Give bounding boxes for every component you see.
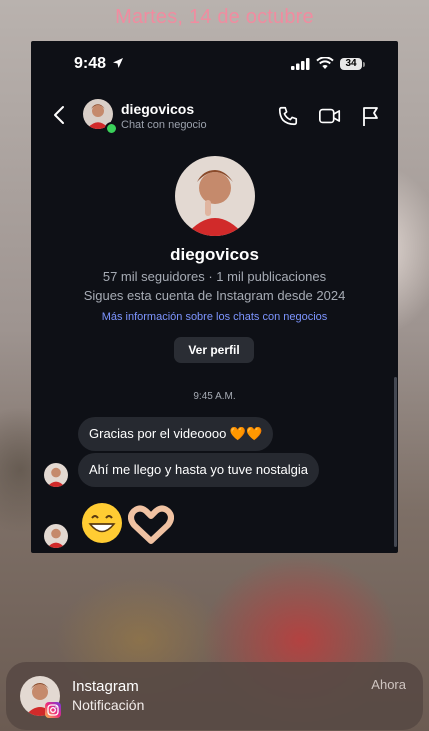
- profile-username: diegovicos: [170, 245, 259, 264]
- profile-avatar[interactable]: [175, 156, 255, 236]
- chat-screenshot: 9:48 34 diegovicos Chat con negocio dieg…: [31, 41, 398, 553]
- instagram-icon: [45, 702, 61, 718]
- message-bubble[interactable]: Gracias por el videoooo 🧡🧡: [78, 417, 274, 451]
- message-bubble[interactable]: Ahí me llego y hasta yo tuve nostalgia: [78, 453, 319, 487]
- profile-stats: 57 mil seguidores · 1 mil publicaciones: [102, 269, 327, 284]
- flag-icon[interactable]: [361, 105, 381, 127]
- cellular-signal-icon: [291, 58, 310, 70]
- sender-avatar: [44, 524, 68, 548]
- sender-avatar: [44, 463, 68, 487]
- video-call-icon[interactable]: [318, 105, 342, 127]
- back-chevron-icon[interactable]: [53, 105, 65, 125]
- notification-banner[interactable]: Instagram Notificación Ahora: [6, 662, 423, 730]
- message-timestamp: 9:45 A.M.: [193, 391, 236, 402]
- online-status-dot: [105, 122, 118, 135]
- header-username[interactable]: diegovicos: [121, 101, 194, 117]
- grinning-face-emoji: [82, 503, 122, 543]
- notification-app-name: Instagram: [72, 678, 139, 695]
- status-time: 9:48: [74, 55, 107, 72]
- notification-body: Notificación: [72, 697, 145, 713]
- status-bar: 9:48 34: [31, 55, 398, 77]
- profile-follow-since: Sigues esta cuenta de Instagram desde 20…: [83, 288, 346, 303]
- chat-scrollbar[interactable]: [394, 377, 397, 547]
- view-profile-button[interactable]: Ver perfil: [174, 337, 254, 363]
- heart-hands-emoji: [128, 505, 174, 544]
- chat-header: diegovicos Chat con negocio: [31, 97, 398, 135]
- location-arrow-icon: [113, 58, 123, 68]
- lock-screen-date: Martes, 14 de octubre: [115, 6, 314, 28]
- wifi-icon: [316, 57, 334, 69]
- business-chat-info-link[interactable]: Más información sobre los chats con nego…: [31, 311, 398, 323]
- battery-indicator: 34: [340, 58, 362, 70]
- phone-call-icon[interactable]: [277, 105, 299, 127]
- notification-time: Ahora: [371, 677, 406, 692]
- header-subtitle: Chat con negocio: [121, 119, 207, 131]
- battery-tip: [363, 62, 365, 67]
